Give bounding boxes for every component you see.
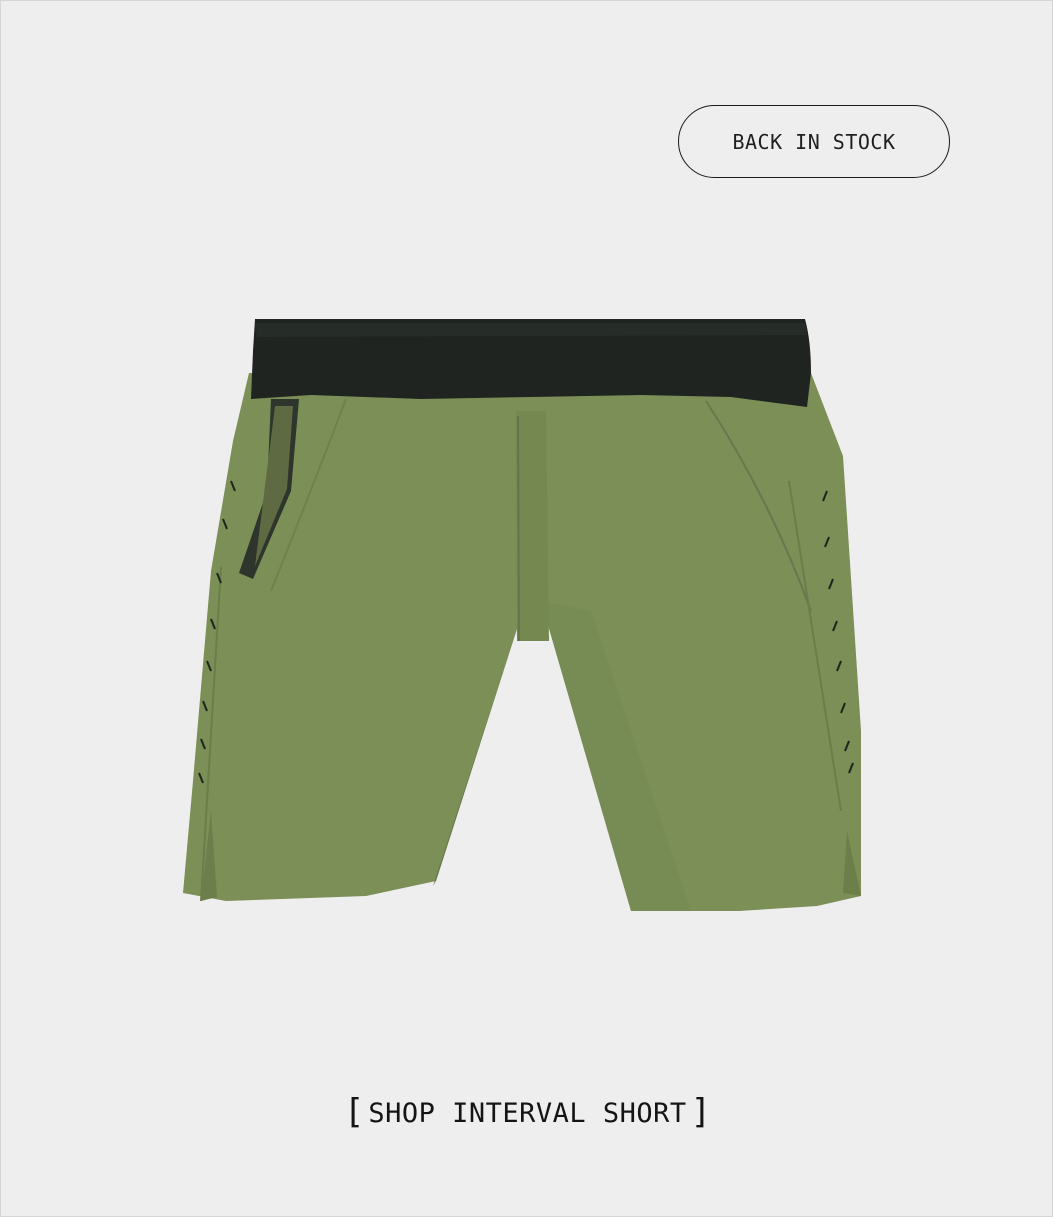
product-card: BACK IN STOCK [SHOP INTERVAL SHORT]: [0, 0, 1053, 1217]
open-bracket: [: [343, 1092, 365, 1132]
cta-label: SHOP INTERVAL SHORT: [368, 1097, 687, 1129]
close-bracket: ]: [690, 1092, 712, 1132]
product-image-shorts[interactable]: [171, 311, 891, 921]
shop-interval-short-link[interactable]: [ SHOP INTERVAL SHORT ]: [1, 1089, 1052, 1137]
back-in-stock-badge: BACK IN STOCK: [678, 105, 950, 178]
